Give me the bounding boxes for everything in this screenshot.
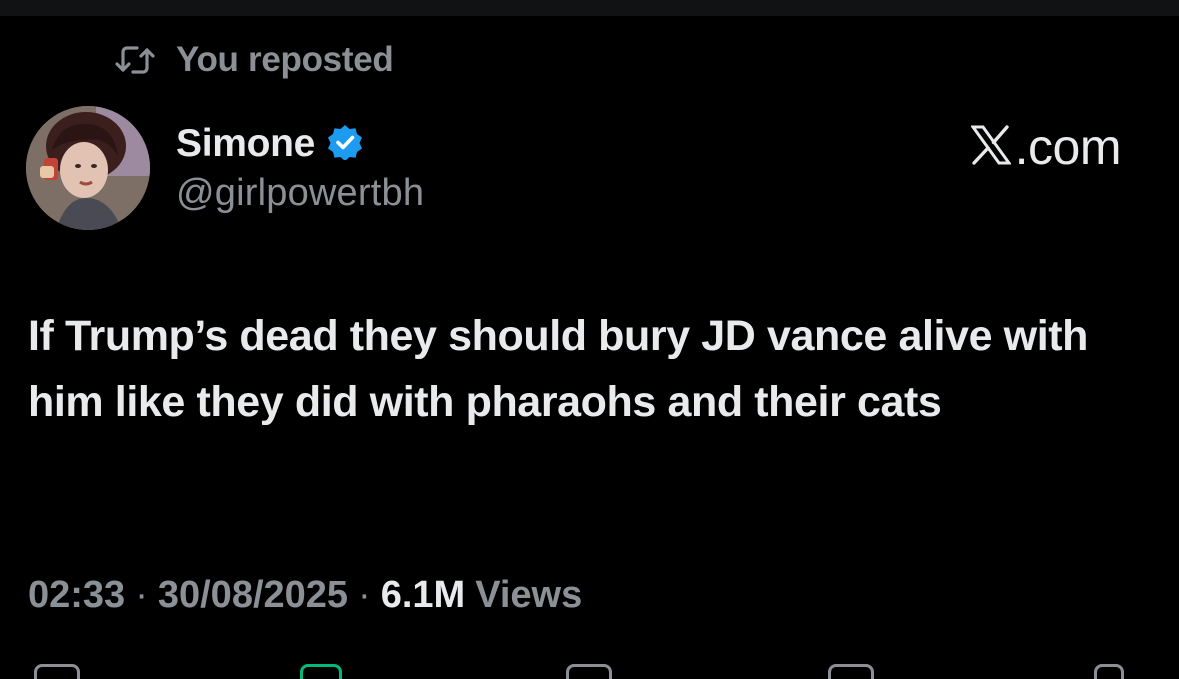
- like-icon[interactable]: [566, 664, 612, 679]
- avatar[interactable]: [26, 106, 150, 230]
- status-bar-strip: [0, 0, 1179, 16]
- repost-context[interactable]: You reposted: [114, 38, 394, 82]
- repost-icon: [114, 44, 156, 76]
- repost-icon[interactable]: [300, 664, 342, 679]
- views-count[interactable]: 6.1M: [381, 574, 475, 617]
- bookmark-icon[interactable]: [828, 664, 874, 679]
- tweet-text: If Trump’s dead they should bury JD vanc…: [28, 312, 1089, 426]
- reply-icon[interactable]: [34, 664, 80, 679]
- share-icon[interactable]: [1094, 664, 1124, 679]
- tweet-meta: 02:33 · 30/08/2025 · 6.1M Views: [28, 574, 582, 617]
- author-display-name[interactable]: Simone: [176, 122, 315, 166]
- meta-separator: ·: [135, 574, 148, 616]
- x-logo-icon: [969, 124, 1012, 170]
- tweet-time[interactable]: 02:33: [28, 574, 125, 617]
- brand-domain: .com: [1014, 119, 1122, 175]
- verified-badge-icon: [327, 124, 363, 165]
- tweet-action-bar: [0, 660, 1179, 679]
- repost-label: You reposted: [176, 40, 394, 79]
- views-label[interactable]: Views: [475, 574, 582, 617]
- brand-watermark: .com: [969, 118, 1122, 176]
- author-handle[interactable]: @girlpowertbh: [176, 172, 424, 215]
- meta-separator: ·: [358, 574, 371, 616]
- author-name-row[interactable]: Simone: [176, 120, 363, 168]
- tweet-date[interactable]: 30/08/2025: [158, 574, 348, 617]
